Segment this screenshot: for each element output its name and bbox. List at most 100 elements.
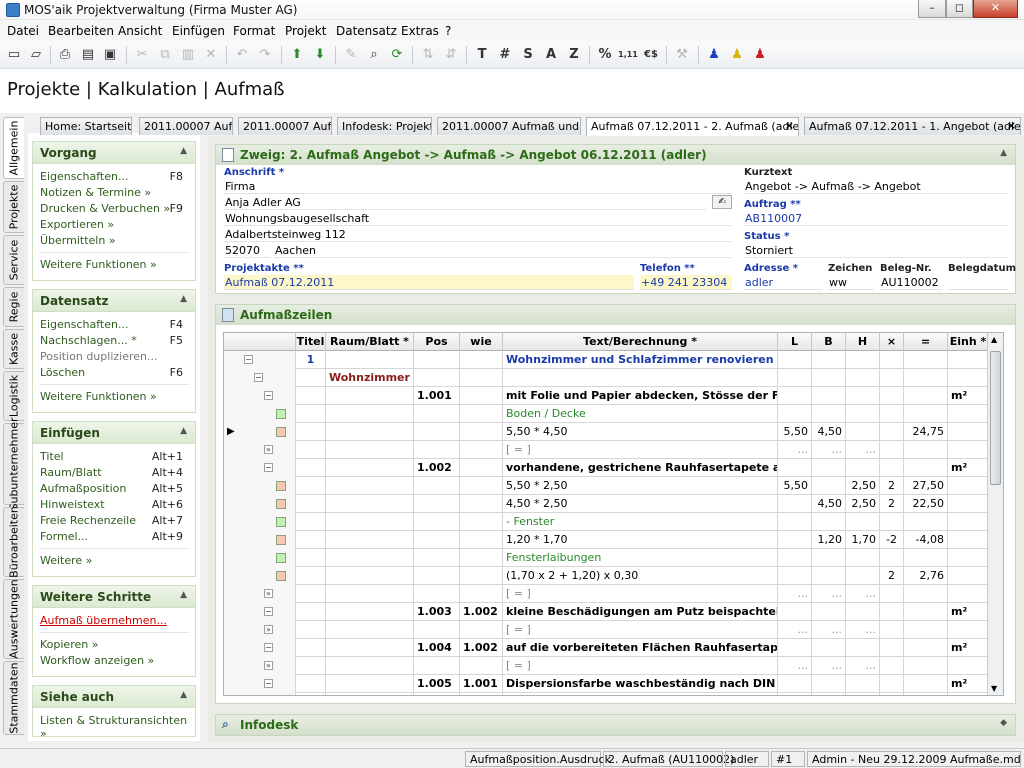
- cell-l[interactable]: [778, 351, 812, 369]
- cell-eq[interactable]: 2,76: [904, 567, 948, 585]
- cell-eq[interactable]: [904, 549, 948, 567]
- cell-b[interactable]: [812, 513, 846, 531]
- infodesk-header[interactable]: ⌕ Infodesk ◆: [216, 715, 1015, 735]
- tree-cell[interactable]: [224, 513, 296, 531]
- action-exportieren[interactable]: Exportieren »: [33, 217, 195, 233]
- vtab-auswertungen[interactable]: Auswertungen: [3, 579, 24, 659]
- cell-h[interactable]: [846, 459, 880, 477]
- line-type-icon[interactable]: [276, 427, 286, 437]
- cell-einh[interactable]: m²: [948, 387, 989, 405]
- cell-wie[interactable]: [460, 513, 503, 531]
- panel-header[interactable]: Siehe auch ▲: [33, 686, 195, 708]
- cell-raum[interactable]: [326, 639, 414, 657]
- collapse-icon[interactable]: −: [264, 679, 273, 688]
- cell-titel[interactable]: [296, 423, 326, 441]
- cell-b[interactable]: [812, 675, 846, 693]
- cell-b[interactable]: ...: [812, 585, 846, 603]
- cell-l[interactable]: ...: [778, 441, 812, 459]
- cell-l[interactable]: [778, 405, 812, 423]
- cell-h[interactable]: [846, 675, 880, 693]
- cell-x[interactable]: [880, 441, 904, 459]
- cell-l[interactable]: 5,50: [778, 423, 812, 441]
- redo-icon[interactable]: ↷: [255, 45, 275, 65]
- belegnr-field[interactable]: AU110002: [880, 275, 942, 290]
- col-einh[interactable]: Einh *: [948, 333, 989, 351]
- scroll-down-icon[interactable]: ▼: [991, 684, 997, 693]
- cell-raum[interactable]: [326, 657, 414, 675]
- cell-wie[interactable]: [460, 351, 503, 369]
- action-nachschlagen[interactable]: Nachschlagen... * F5: [33, 333, 195, 349]
- cell-wie[interactable]: [460, 585, 503, 603]
- cell-text[interactable]: [ = ]: [503, 441, 778, 459]
- percent-icon[interactable]: %: [595, 45, 615, 65]
- cell-l[interactable]: [778, 531, 812, 549]
- cell-wie[interactable]: [460, 459, 503, 477]
- cell-h[interactable]: ...: [846, 585, 880, 603]
- col-b[interactable]: B: [812, 333, 846, 351]
- cell-titel[interactable]: [296, 603, 326, 621]
- action-listen[interactable]: Listen & Strukturansichten »: [33, 713, 195, 740]
- cell-pos[interactable]: 1.003: [414, 603, 460, 621]
- table-row[interactable]: − Wohnzimmer: [224, 369, 989, 387]
- cell-titel[interactable]: [296, 639, 326, 657]
- cell-pos[interactable]: [414, 567, 460, 585]
- expand-icon[interactable]: »: [264, 661, 273, 670]
- cell-eq[interactable]: [904, 459, 948, 477]
- table-row[interactable]: 5,50 * 2,50 5,50 2,50 2 27,50: [224, 477, 989, 495]
- table-row[interactable]: − 1.001 mit Folie und Papier abdecken, Stö…: [224, 387, 989, 405]
- cell-einh[interactable]: [948, 657, 989, 675]
- line-type-icon[interactable]: [276, 499, 286, 509]
- cell-text[interactable]: auf die vorbereiteten Flächen Rauhfasert…: [503, 639, 778, 657]
- cell-h[interactable]: 2,50: [846, 477, 880, 495]
- collapse-icon[interactable]: −: [264, 607, 273, 616]
- cell-wie[interactable]: [460, 495, 503, 513]
- cell-einh[interactable]: [948, 693, 989, 695]
- cell-pos[interactable]: [414, 495, 460, 513]
- scroll-thumb[interactable]: [990, 351, 1001, 485]
- cell-pos[interactable]: 1.005: [414, 675, 460, 693]
- belegdatum-field[interactable]: [948, 275, 1008, 290]
- col-titel[interactable]: Titel: [296, 333, 326, 351]
- tree-cell[interactable]: [224, 495, 296, 513]
- tree-cell[interactable]: »: [224, 693, 296, 695]
- col-raum[interactable]: Raum/Blatt *: [326, 333, 414, 351]
- cell-h[interactable]: [846, 423, 880, 441]
- refresh-icon[interactable]: ⟳: [387, 45, 407, 65]
- line-type-icon[interactable]: [276, 409, 286, 419]
- vtab-stammdaten[interactable]: Stammdaten: [3, 661, 24, 735]
- tab-close-icon[interactable]: ×: [785, 119, 794, 132]
- cell-einh[interactable]: [948, 477, 989, 495]
- cell-l[interactable]: [778, 567, 812, 585]
- expand-icon[interactable]: »: [264, 625, 273, 634]
- collapse-icon[interactable]: −: [264, 643, 273, 652]
- cell-x[interactable]: [880, 513, 904, 531]
- cell-einh[interactable]: [948, 531, 989, 549]
- action-notizen[interactable]: Notizen & Termine »: [33, 185, 195, 201]
- action-weitere-funktionen[interactable]: Weitere Funktionen »: [33, 257, 195, 273]
- cell-l[interactable]: ...: [778, 657, 812, 675]
- cell-einh[interactable]: m²: [948, 603, 989, 621]
- collapse-icon[interactable]: −: [264, 463, 273, 472]
- telefon-field[interactable]: +49 241 23304: [640, 275, 732, 290]
- insert-weitere[interactable]: Weitere »: [33, 553, 195, 569]
- cell-x[interactable]: [880, 387, 904, 405]
- cell-raum[interactable]: [326, 387, 414, 405]
- insert-hinweistext[interactable]: Hinweistext Alt+6: [33, 497, 195, 513]
- cell-l[interactable]: ...: [778, 585, 812, 603]
- decimal-icon[interactable]: 1,11: [618, 45, 638, 65]
- cell-eq[interactable]: [904, 693, 948, 695]
- cell-einh[interactable]: m²: [948, 675, 989, 693]
- cell-l[interactable]: [778, 693, 812, 695]
- cell-b[interactable]: 1,20: [812, 531, 846, 549]
- cell-pos[interactable]: [414, 513, 460, 531]
- cell-text[interactable]: mit Folie und Papier abdecken, Stösse de…: [503, 387, 778, 405]
- tab-close-icon[interactable]: ×: [1007, 119, 1016, 132]
- cell-text[interactable]: [ = ]: [503, 657, 778, 675]
- col-wie[interactable]: wie: [460, 333, 503, 351]
- cell-wie[interactable]: [460, 621, 503, 639]
- insert-aufmassposition[interactable]: Aufmaßposition Alt+5: [33, 481, 195, 497]
- cell-raum[interactable]: [326, 621, 414, 639]
- signature-icon[interactable]: ✍: [712, 195, 732, 209]
- cell-raum[interactable]: [326, 531, 414, 549]
- tree-cell[interactable]: −: [224, 675, 296, 693]
